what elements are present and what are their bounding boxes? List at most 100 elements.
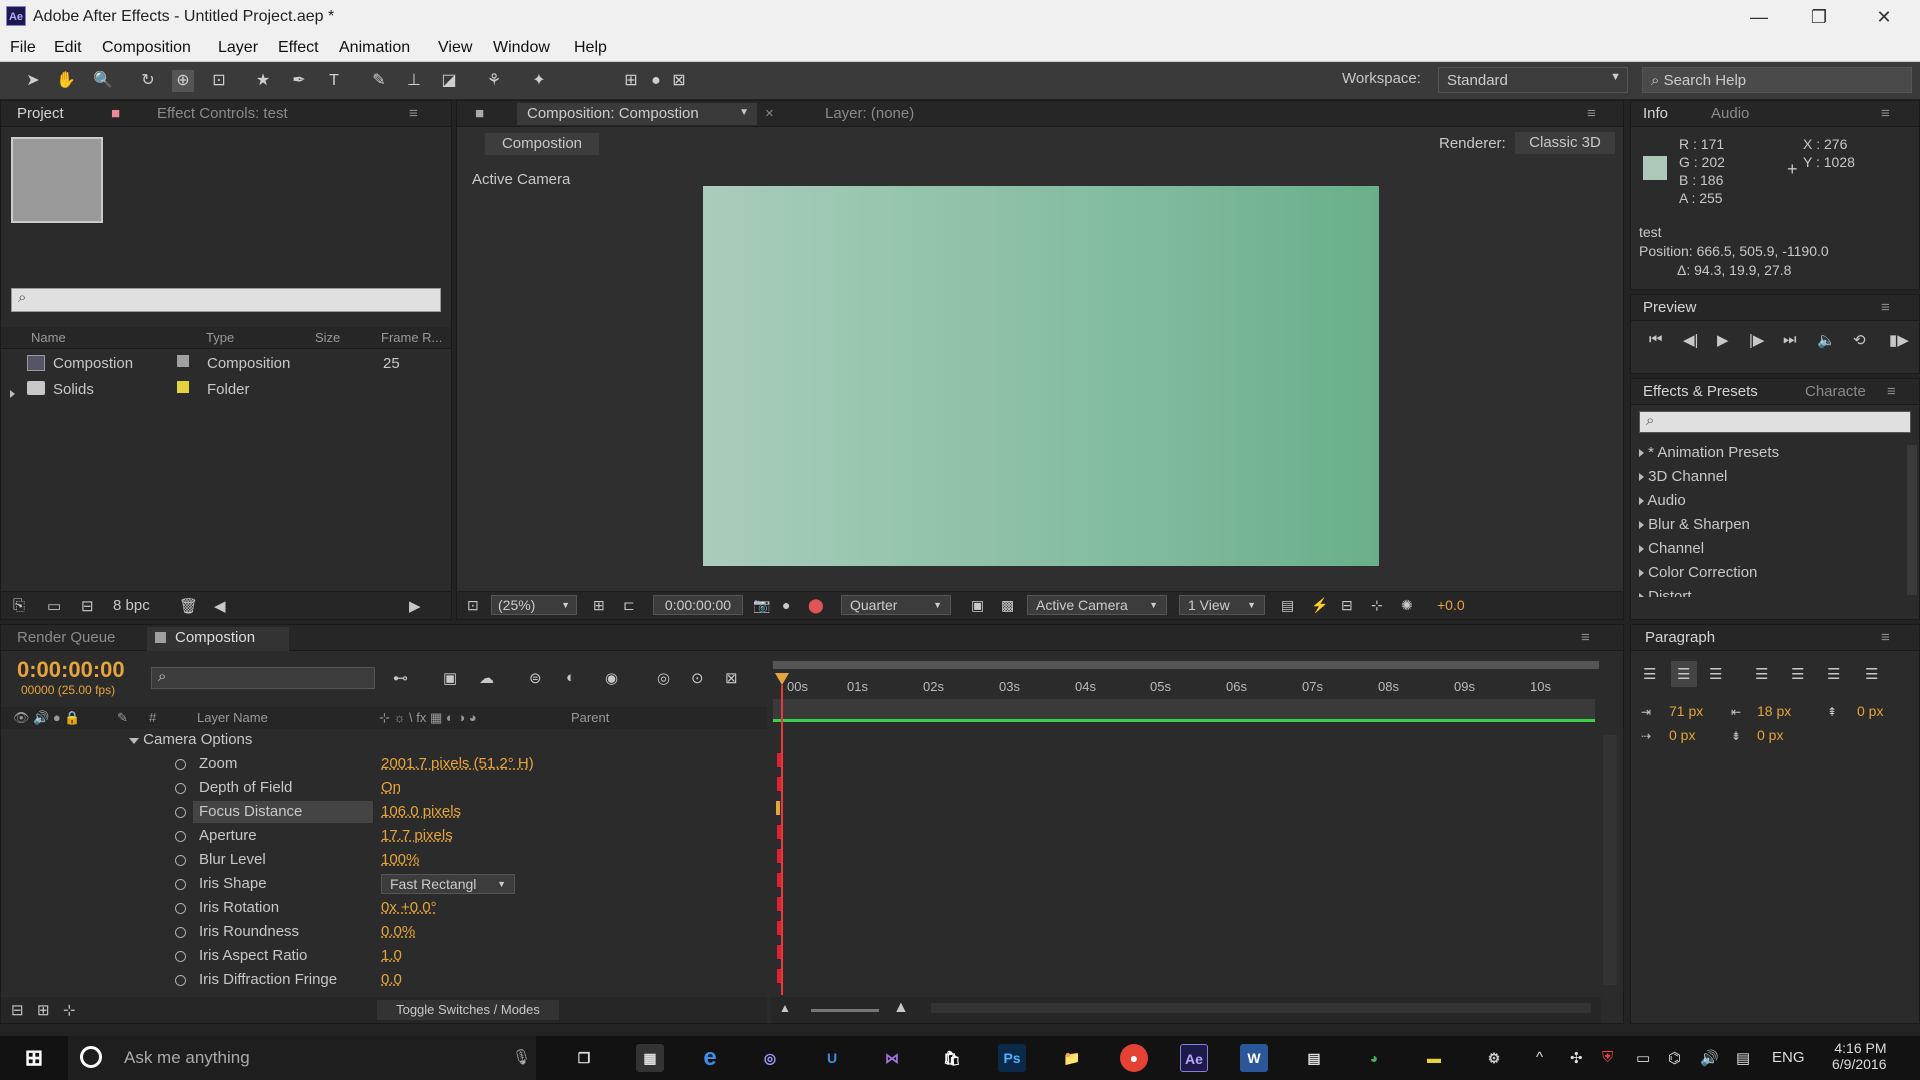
- tab-info[interactable]: Info: [1643, 105, 1668, 122]
- property-value[interactable]: 1.0: [381, 947, 402, 964]
- justify-center-icon[interactable]: ☰: [1791, 665, 1804, 683]
- tab-layer[interactable]: Layer: (none): [825, 105, 914, 122]
- store-icon[interactable]: 🛍: [938, 1044, 966, 1072]
- motion-blur-icon[interactable]: ◐: [566, 669, 575, 686]
- reset-exposure-icon[interactable]: ✺: [1401, 597, 1413, 614]
- utility-app-icon[interactable]: ⚙: [1480, 1044, 1508, 1072]
- property-value[interactable]: 17.7 pixels: [381, 827, 453, 844]
- list-item[interactable]: Distort: [1639, 585, 1779, 597]
- column-size[interactable]: Size: [315, 330, 340, 345]
- property-row-aperture[interactable]: Aperture 17.7 pixels: [1, 825, 767, 849]
- first-line-indent-value[interactable]: 0 px: [1669, 727, 1695, 743]
- property-value[interactable]: 100%: [381, 851, 419, 868]
- keyframe-icon[interactable]: [777, 849, 781, 863]
- trash-icon[interactable]: 🗑: [179, 597, 198, 615]
- resolution-select[interactable]: Quarter ▼: [841, 595, 951, 615]
- property-row-iris-shape[interactable]: Iris Shape Fast Rectangl ▼: [1, 873, 767, 897]
- zoom-out-icon[interactable]: ▲: [779, 1001, 791, 1015]
- scroll-left-icon[interactable]: ◀: [214, 597, 226, 615]
- word-icon[interactable]: W: [1240, 1044, 1268, 1072]
- dropbox-tray-icon[interactable]: ✣: [1570, 1049, 1583, 1067]
- justify-all-icon[interactable]: ☰: [1865, 665, 1878, 683]
- current-time-display[interactable]: 0:00:00:00: [17, 657, 125, 683]
- stopwatch-icon[interactable]: [175, 903, 186, 914]
- region-of-interest-icon[interactable]: ▣: [971, 597, 984, 614]
- firefox-nightly-icon[interactable]: ◎: [756, 1044, 784, 1072]
- space-after-value[interactable]: 0 px: [1757, 727, 1783, 743]
- graph-editor-icon[interactable]: ◎: [657, 669, 670, 687]
- stopwatch-icon[interactable]: [175, 927, 186, 938]
- menu-effect[interactable]: Effect: [278, 39, 319, 57]
- expand-triangle-icon[interactable]: [10, 385, 15, 402]
- comp-mini-flowchart-icon[interactable]: ⊷: [393, 669, 408, 687]
- visual-studio-icon[interactable]: ⋈: [878, 1044, 906, 1072]
- tab-character[interactable]: Characte: [1805, 383, 1866, 400]
- tab-project[interactable]: Project: [17, 105, 64, 122]
- clone-stamp-tool-icon[interactable]: ⊥: [403, 70, 425, 92]
- align-left-icon[interactable]: ☰: [1643, 665, 1656, 683]
- action-center-icon[interactable]: ▤: [1736, 1049, 1750, 1067]
- effects-scrollbar[interactable]: [1907, 445, 1917, 595]
- align-right-icon[interactable]: ☰: [1709, 665, 1722, 683]
- camera-tool-icon[interactable]: ⊕: [172, 70, 194, 92]
- stopwatch-icon[interactable]: [175, 807, 186, 818]
- panel-menu-icon[interactable]: ≡: [1587, 105, 1596, 122]
- auto-keyframe-icon[interactable]: ⊙: [691, 669, 704, 687]
- project-item-solids[interactable]: Solids Folder: [1, 377, 431, 403]
- menu-help[interactable]: Help: [574, 39, 607, 57]
- transfer-controls-icon[interactable]: ⊞: [37, 1001, 50, 1019]
- property-value[interactable]: 0.0: [381, 971, 402, 988]
- stopwatch-icon[interactable]: [175, 783, 186, 794]
- rotation-tool-icon[interactable]: ↻: [137, 70, 159, 92]
- view-layout-select[interactable]: 1 View ▼: [1179, 595, 1265, 615]
- menu-file[interactable]: File: [10, 39, 36, 57]
- stopwatch-icon[interactable]: [175, 759, 186, 770]
- indent-left-value[interactable]: 71 px: [1669, 703, 1703, 719]
- hand-tool-icon[interactable]: ✋: [55, 70, 77, 92]
- battery-tray-icon[interactable]: ▭: [1636, 1049, 1650, 1067]
- pen-tool-icon[interactable]: ✒: [288, 70, 310, 92]
- list-item[interactable]: Audio: [1639, 489, 1779, 513]
- task-view-icon[interactable]: ❐: [570, 1044, 598, 1072]
- shape-tool-icon[interactable]: ★: [252, 70, 274, 92]
- magnification-select[interactable]: (25%) ▼: [491, 595, 577, 615]
- first-frame-icon[interactable]: ⏮: [1649, 331, 1663, 348]
- timeline-options-icon[interactable]: ⊠: [725, 669, 738, 687]
- keyframe-icon[interactable]: [777, 825, 781, 839]
- maximize-button[interactable]: ❐: [1790, 2, 1848, 32]
- brush-tool-icon[interactable]: ✎: [368, 70, 390, 92]
- property-value[interactable]: 2001.7 pixels (51.2° H): [381, 755, 534, 772]
- bpc-label[interactable]: 8 bpc: [113, 597, 150, 614]
- zoom-tool-icon[interactable]: 🔍: [92, 70, 114, 92]
- antivirus-tray-icon[interactable]: ⛨: [1602, 1049, 1613, 1066]
- work-area-bar[interactable]: [773, 661, 1599, 669]
- axis-mode-icon[interactable]: ⊞: [620, 70, 642, 92]
- frame-blending-icon[interactable]: ⊜: [529, 669, 542, 687]
- tab-preview[interactable]: Preview: [1643, 299, 1696, 316]
- previous-frame-icon[interactable]: ◀|: [1683, 331, 1698, 349]
- keyframe-icon[interactable]: [777, 897, 781, 911]
- property-value[interactable]: 0.0%: [381, 923, 415, 940]
- project-item-composition[interactable]: Compostion Composition 25: [1, 351, 431, 377]
- stopwatch-icon[interactable]: [175, 855, 186, 866]
- panel-menu-icon[interactable]: ≡: [1881, 629, 1890, 646]
- show-hidden-icons-icon[interactable]: ^: [1536, 1049, 1543, 1066]
- timeline-horizontal-scrollbar[interactable]: [931, 1003, 1591, 1013]
- align-center-button[interactable]: ☰: [1671, 661, 1697, 687]
- property-row-iris-diffraction-fringe[interactable]: Iris Diffraction Fringe 0.0: [1, 969, 767, 993]
- clock[interactable]: 4:16 PM 6/9/2016: [1832, 1040, 1887, 1072]
- file-explorer-icon[interactable]: 📁: [1058, 1044, 1086, 1072]
- property-value[interactable]: 0x +0.0°: [381, 899, 437, 916]
- property-value[interactable]: 106.0 pixels: [381, 803, 461, 820]
- layer-duration-bar[interactable]: [773, 699, 1595, 719]
- photoshop-icon[interactable]: Ps: [998, 1044, 1026, 1072]
- windows-start-icon[interactable]: ⊞: [20, 1044, 48, 1072]
- eraser-tool-icon[interactable]: ◪: [438, 70, 460, 92]
- keyframe-icon-selected[interactable]: [776, 801, 780, 815]
- justify-right-icon[interactable]: ☰: [1827, 665, 1840, 683]
- list-item[interactable]: Channel: [1639, 537, 1779, 561]
- timeline-icon[interactable]: ⊟: [1341, 597, 1353, 614]
- keyframe-icon[interactable]: [777, 921, 781, 935]
- toggle-pixel-aspect-icon[interactable]: ▤: [1281, 597, 1294, 614]
- next-frame-icon[interactable]: |▶: [1749, 331, 1764, 349]
